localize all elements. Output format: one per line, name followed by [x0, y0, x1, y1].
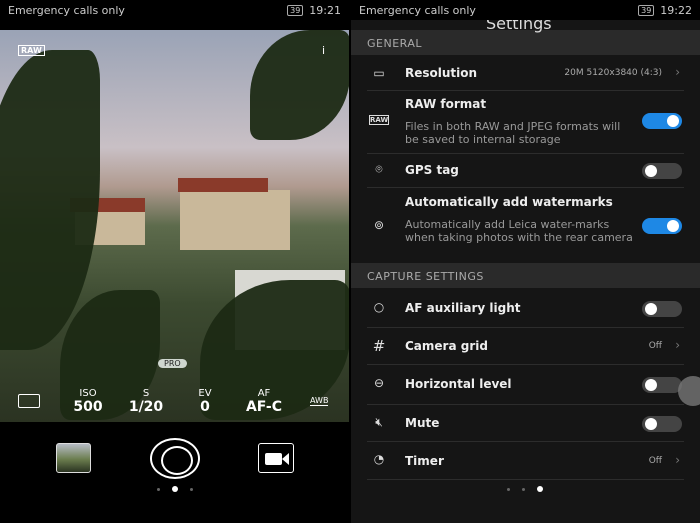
shutter-control[interactable]: S 1/20	[126, 388, 166, 415]
ev-value: 0	[200, 399, 210, 415]
setting-gps-tag[interactable]: ⌾ GPS tag	[367, 154, 684, 188]
battery-icon: 39	[287, 4, 304, 16]
video-camera-icon[interactable]	[258, 443, 294, 473]
page-indicator	[157, 486, 193, 492]
watermark-icon: ⊚	[373, 218, 385, 232]
shutter-button[interactable]	[150, 438, 200, 479]
raw-icon: RAW	[369, 115, 389, 125]
mute-label: Mute	[405, 416, 440, 430]
timer-label: Timer	[405, 454, 444, 468]
status-bar: Emergency calls only 39 19:22	[351, 0, 700, 20]
setting-camera-grid[interactable]: # Camera grid Off ›	[367, 328, 684, 365]
raw-indicator: RAW	[18, 45, 45, 56]
setting-mute[interactable]: 🔇︎ Mute	[367, 405, 684, 442]
metering-icon[interactable]	[18, 394, 40, 408]
raw-description: Files in both RAW and JPEG formats will …	[405, 120, 621, 146]
horizontal-level-icon: ⊖	[373, 376, 385, 390]
info-icon[interactable]: i	[322, 44, 325, 57]
setting-horizontal-level[interactable]: ⊖ Horizontal level	[367, 365, 684, 405]
section-capture-settings: CAPTURE SETTINGS	[351, 263, 700, 288]
carrier-text: Emergency calls only	[359, 3, 476, 17]
iso-control[interactable]: ISO 500	[72, 388, 104, 415]
clock: 19:22	[660, 3, 692, 17]
grid-icon: #	[372, 337, 386, 355]
iso-label: ISO	[79, 388, 97, 399]
pro-mode-toggle[interactable]: PRO	[158, 359, 187, 368]
mute-speaker-icon: 🔇︎	[375, 415, 383, 429]
setting-watermarks[interactable]: Automatically add watermarks ⊚ Automatic…	[367, 188, 684, 263]
raw-label: RAW format	[405, 97, 487, 111]
watermark-description: Automatically add Leica water-marks when…	[405, 218, 633, 244]
chevron-right-icon: ›	[675, 453, 680, 467]
pro-params-bar: ISO 500 S 1/20 EV 0 AF AF-C AWB	[0, 388, 349, 418]
gallery-thumbnail[interactable]	[56, 443, 91, 473]
resolution-value: 20M 5120x3840 (4:3)	[564, 68, 662, 78]
floating-navigation-dock[interactable]	[678, 376, 700, 406]
ev-control[interactable]: EV 0	[190, 388, 220, 415]
setting-resolution[interactable]: ▭ Resolution 20M 5120x3840 (4:3) ›	[367, 58, 684, 91]
grid-value: Off	[648, 341, 662, 351]
setting-af-light[interactable]: ○ AF auxiliary light	[367, 290, 684, 328]
mute-toggle[interactable]	[642, 416, 682, 432]
clock: 19:21	[309, 3, 341, 17]
location-pin-icon: ⌾	[375, 162, 383, 176]
shutter-label: S	[142, 388, 150, 399]
chevron-right-icon: ›	[675, 65, 680, 79]
af-light-toggle[interactable]	[642, 301, 682, 317]
chevron-right-icon: ›	[675, 338, 680, 352]
setting-raw-format[interactable]: RAW format RAW Files in both RAW and JPE…	[367, 91, 684, 154]
watermark-label: Automatically add watermarks	[405, 195, 613, 209]
level-toggle[interactable]	[642, 377, 682, 393]
section-general: GENERAL	[351, 30, 700, 55]
carrier-text: Emergency calls only	[8, 3, 125, 17]
af-light-label: AF auxiliary light	[405, 301, 521, 315]
af-label: AF	[257, 388, 271, 399]
camera-viewfinder-panel: Emergency calls only 39 19:21 RAW i PRO I…	[0, 0, 349, 523]
ev-label: EV	[198, 388, 212, 399]
af-control[interactable]: AF AF-C	[240, 388, 288, 415]
status-bar: Emergency calls only 39 19:21	[0, 0, 349, 20]
level-label: Horizontal level	[405, 377, 512, 391]
watermark-toggle[interactable]	[642, 218, 682, 234]
iso-value: 500	[73, 399, 103, 415]
grid-label: Camera grid	[405, 339, 488, 353]
raw-toggle[interactable]	[642, 113, 682, 129]
page-indicator	[507, 486, 543, 492]
timer-icon: ◔	[373, 452, 385, 466]
gps-label: GPS tag	[405, 163, 459, 177]
battery-icon: 39	[638, 4, 655, 16]
resolution-icon: ▭	[373, 66, 385, 80]
shutter-value: 1/20	[128, 399, 164, 415]
af-value: AF-C	[245, 399, 283, 415]
light-bulb-icon: ○	[373, 300, 385, 314]
gps-toggle[interactable]	[642, 163, 682, 179]
timer-value: Off	[648, 456, 662, 466]
settings-panel: Emergency calls only 39 19:22 Settings GE…	[351, 0, 700, 523]
resolution-label: Resolution	[405, 66, 478, 80]
setting-timer[interactable]: ◔ Timer Off ›	[367, 442, 684, 480]
awb-control[interactable]: AWB	[310, 396, 329, 406]
